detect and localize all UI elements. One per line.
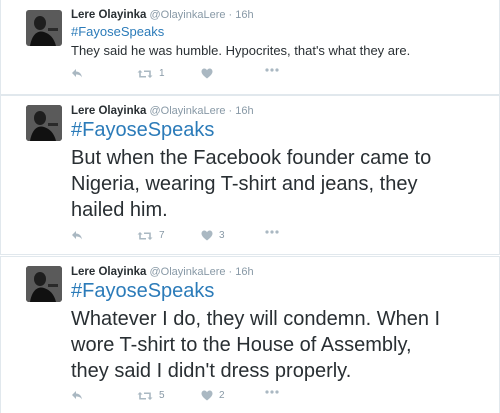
separator-dot: · bbox=[228, 105, 233, 117]
retweet-button[interactable]: 5 bbox=[137, 390, 165, 401]
author-name[interactable]: Lere Olayinka bbox=[71, 9, 146, 21]
heart-icon bbox=[201, 68, 213, 79]
tweet-actions: 7 3 bbox=[69, 230, 309, 246]
more-button[interactable] bbox=[265, 230, 279, 234]
reply-icon bbox=[72, 391, 82, 400]
retweet-button[interactable]: 1 bbox=[137, 68, 165, 79]
tweet-timestamp[interactable]: 16h bbox=[235, 9, 253, 21]
author-handle[interactable]: @OlayinkaLere bbox=[150, 9, 226, 21]
retweet-icon bbox=[137, 391, 153, 400]
separator-dot: · bbox=[228, 266, 233, 278]
tweet-card[interactable]: Lere Olayinka @OlayinkaLere · 16h #Fayos… bbox=[0, 256, 500, 413]
avatar[interactable] bbox=[26, 105, 62, 141]
author-name[interactable]: Lere Olayinka bbox=[71, 105, 146, 117]
more-icon bbox=[265, 390, 279, 394]
reply-icon bbox=[72, 69, 82, 78]
like-button[interactable]: 2 bbox=[201, 390, 225, 401]
retweet-count: 5 bbox=[159, 390, 165, 401]
heart-icon bbox=[201, 390, 213, 401]
separator-dot: · bbox=[228, 9, 233, 21]
author-handle[interactable]: @OlayinkaLere bbox=[150, 105, 226, 117]
reply-button[interactable] bbox=[71, 68, 83, 78]
tweet-text: They said he was humble. Hypocrites, tha… bbox=[71, 43, 411, 58]
author-name[interactable]: Lere Olayinka bbox=[71, 266, 146, 278]
more-button[interactable] bbox=[265, 68, 279, 72]
retweet-count: 7 bbox=[159, 230, 165, 241]
tweet-text: Whatever I do, they will condemn. When I… bbox=[71, 308, 441, 382]
like-count: 2 bbox=[219, 390, 225, 401]
tweet-card[interactable]: Lere Olayinka @OlayinkaLere · 16h #Fayos… bbox=[0, 95, 500, 255]
like-count: 3 bbox=[219, 230, 225, 241]
hashtag-link[interactable]: #FayoseSpeaks bbox=[71, 24, 164, 39]
tweet-timestamp[interactable]: 16h bbox=[235, 266, 253, 278]
retweet-icon bbox=[137, 231, 153, 240]
more-icon bbox=[265, 230, 279, 234]
reply-icon bbox=[72, 231, 82, 240]
hashtag-link[interactable]: #FayoseSpeaks bbox=[71, 280, 214, 303]
avatar[interactable] bbox=[26, 10, 62, 46]
tweet-timeline: Lere Olayinka @OlayinkaLere · 16h #Fayos… bbox=[0, 0, 500, 413]
heart-icon bbox=[201, 230, 213, 241]
more-icon bbox=[265, 68, 279, 72]
avatar[interactable] bbox=[26, 266, 62, 302]
tweet-actions: 5 2 bbox=[69, 390, 309, 406]
hashtag-link[interactable]: #FayoseSpeaks bbox=[71, 119, 214, 142]
retweet-count: 1 bbox=[159, 68, 165, 79]
retweet-button[interactable]: 7 bbox=[137, 230, 165, 241]
like-button[interactable] bbox=[201, 68, 219, 79]
tweet-header: Lere Olayinka @OlayinkaLere · 16h bbox=[71, 105, 254, 117]
tweet-header: Lere Olayinka @OlayinkaLere · 16h bbox=[71, 266, 254, 278]
tweet-actions: 1 bbox=[69, 68, 309, 84]
like-button[interactable]: 3 bbox=[201, 230, 225, 241]
reply-button[interactable] bbox=[71, 230, 83, 240]
tweet-card[interactable]: Lere Olayinka @OlayinkaLere · 16h #Fayos… bbox=[0, 0, 500, 95]
author-handle[interactable]: @OlayinkaLere bbox=[150, 266, 226, 278]
tweet-header: Lere Olayinka @OlayinkaLere · 16h bbox=[71, 9, 254, 21]
tweet-text: But when the Facebook founder came to Ni… bbox=[71, 147, 432, 221]
more-button[interactable] bbox=[265, 390, 279, 394]
reply-button[interactable] bbox=[71, 390, 83, 400]
retweet-icon bbox=[137, 69, 153, 78]
tweet-timestamp[interactable]: 16h bbox=[235, 105, 253, 117]
